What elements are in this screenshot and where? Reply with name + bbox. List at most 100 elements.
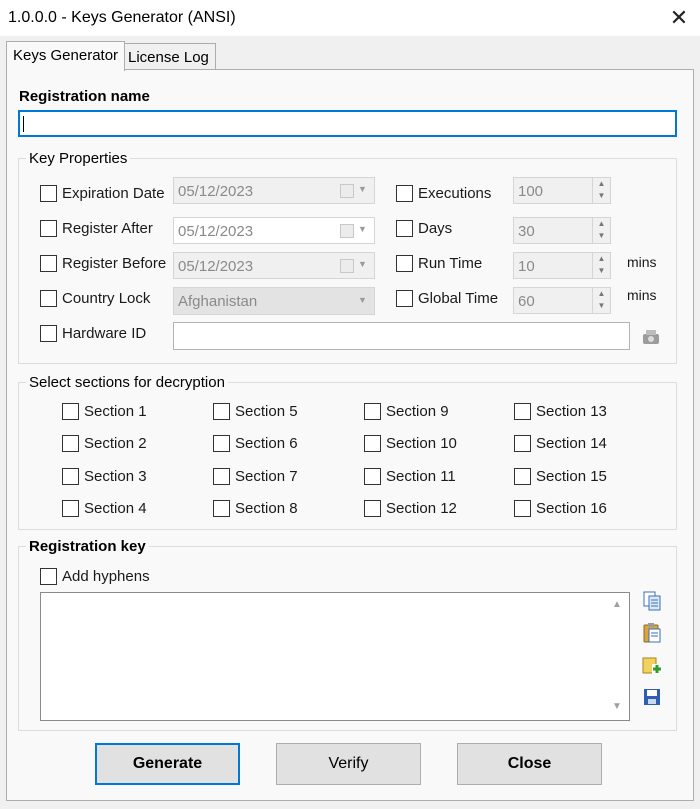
section-label: Section 2 — [84, 435, 147, 452]
global-time-unit: mins — [627, 287, 657, 303]
add-key-icon[interactable] — [641, 654, 663, 676]
save-icon[interactable] — [641, 686, 663, 708]
section-checkbox[interactable] — [62, 435, 79, 452]
register-after-label: Register After — [62, 220, 153, 237]
scroll-up-arrow[interactable]: ▲ — [610, 598, 624, 612]
tab-keys-generator[interactable]: Keys Generator — [6, 41, 126, 71]
spin-buttons[interactable]: ▲ ▼ — [592, 218, 610, 243]
registration-name-input[interactable] — [18, 110, 677, 137]
section-label: Section 7 — [235, 468, 298, 485]
tab-label: License Log — [128, 49, 209, 66]
verify-button[interactable]: Verify — [276, 743, 421, 785]
calendar-icon — [340, 224, 354, 238]
section-checkbox[interactable] — [62, 500, 79, 517]
registration-name-label: Registration name — [19, 88, 150, 105]
expiration-date-label: Expiration Date — [62, 185, 165, 202]
section-label: Section 13 — [536, 403, 607, 420]
chevron-down-icon: ▼ — [358, 224, 367, 234]
section-label: Section 10 — [386, 435, 457, 452]
section-label: Section 14 — [536, 435, 607, 452]
spin-buttons[interactable]: ▲ ▼ — [592, 178, 610, 203]
executions-spinner[interactable]: 100 ▲ ▼ — [513, 177, 611, 204]
register-after-checkbox[interactable] — [40, 220, 57, 237]
section-checkbox[interactable] — [62, 403, 79, 420]
calendar-icon — [340, 184, 354, 198]
executions-value: 100 — [518, 183, 544, 200]
window-close-button[interactable]: ✕ — [664, 3, 694, 33]
global-time-spinner[interactable]: 60 ▲ ▼ — [513, 287, 611, 314]
run-time-label: Run Time — [418, 255, 483, 272]
register-before-picker[interactable]: 05/12/2023 ▼ — [173, 252, 375, 279]
section-checkbox[interactable] — [514, 500, 531, 517]
text-cursor — [23, 116, 24, 132]
copy-icon[interactable] — [641, 590, 663, 612]
section-checkbox[interactable] — [213, 500, 230, 517]
tab-license-log[interactable]: License Log — [121, 43, 216, 70]
register-before-label: Register Before — [62, 255, 167, 272]
chevron-down-icon: ▼ — [358, 295, 367, 305]
section-checkbox[interactable] — [213, 468, 230, 485]
section-checkbox[interactable] — [514, 403, 531, 420]
section-label: Section 4 — [84, 500, 147, 517]
scroll-down-arrow[interactable]: ▼ — [610, 700, 624, 714]
register-before-checkbox[interactable] — [40, 255, 57, 272]
section-checkbox[interactable] — [514, 468, 531, 485]
calendar-icon — [340, 259, 354, 273]
section-label: Section 11 — [386, 468, 456, 485]
close-button[interactable]: Close — [457, 743, 602, 785]
run-time-unit: mins — [627, 254, 657, 270]
executions-label: Executions — [418, 185, 492, 202]
section-label: Section 1 — [84, 403, 147, 420]
section-checkbox[interactable] — [364, 435, 381, 452]
register-after-picker[interactable]: 05/12/2023 ▼ — [173, 217, 375, 244]
expiration-date-checkbox[interactable] — [40, 185, 57, 202]
section-label: Section 8 — [235, 500, 298, 517]
tab-label: Keys Generator — [13, 47, 119, 64]
section-label: Section 12 — [386, 500, 457, 517]
key-properties-label: Key Properties — [26, 150, 131, 167]
country-lock-label: Country Lock — [62, 290, 151, 307]
window-title: 1.0.0.0 - Keys Generator (ANSI) — [8, 9, 236, 26]
paste-icon[interactable] — [641, 622, 663, 644]
country-lock-value: Afghanistan — [178, 293, 258, 310]
registration-key-textarea[interactable]: ▲ ▼ — [40, 592, 630, 721]
generate-button[interactable]: Generate — [95, 743, 240, 785]
section-checkbox[interactable] — [514, 435, 531, 452]
add-hyphens-checkbox[interactable] — [40, 568, 57, 585]
register-after-value: 05/12/2023 — [178, 223, 254, 240]
global-time-label: Global Time — [418, 290, 499, 307]
hardware-id-input[interactable] — [173, 322, 630, 350]
section-checkbox[interactable] — [364, 403, 381, 420]
section-checkbox[interactable] — [213, 435, 230, 452]
expiration-date-picker[interactable]: 05/12/2023 ▼ — [173, 177, 375, 204]
days-checkbox[interactable] — [396, 220, 413, 237]
spin-buttons[interactable]: ▲ ▼ — [592, 253, 610, 278]
add-hyphens-label: Add hyphens — [62, 568, 150, 585]
title-bar: 1.0.0.0 - Keys Generator (ANSI) ✕ — [0, 0, 700, 36]
hardware-id-checkbox[interactable] — [40, 325, 57, 342]
global-time-checkbox[interactable] — [396, 290, 413, 307]
section-checkbox[interactable] — [364, 500, 381, 517]
section-label: Section 5 — [235, 403, 298, 420]
hardware-id-label: Hardware ID — [62, 325, 147, 342]
country-lock-checkbox[interactable] — [40, 290, 57, 307]
hardware-id-icon[interactable] — [640, 326, 662, 348]
global-time-value: 60 — [518, 293, 535, 310]
section-checkbox[interactable] — [213, 403, 230, 420]
section-checkbox[interactable] — [364, 468, 381, 485]
spin-buttons[interactable]: ▲ ▼ — [592, 288, 610, 313]
section-label: Section 16 — [536, 500, 607, 517]
chevron-down-icon: ▼ — [358, 184, 367, 194]
section-label: Section 3 — [84, 468, 147, 485]
sections-label: Select sections for decryption — [26, 374, 228, 391]
days-spinner[interactable]: 30 ▲ ▼ — [513, 217, 611, 244]
run-time-spinner[interactable]: 10 ▲ ▼ — [513, 252, 611, 279]
run-time-value: 10 — [518, 258, 535, 275]
run-time-checkbox[interactable] — [396, 255, 413, 272]
chevron-down-icon: ▼ — [358, 259, 367, 269]
country-lock-select[interactable]: Afghanistan ▼ — [173, 287, 375, 315]
executions-checkbox[interactable] — [396, 185, 413, 202]
expiration-date-value: 05/12/2023 — [178, 183, 254, 200]
section-checkbox[interactable] — [62, 468, 79, 485]
days-label: Days — [418, 220, 453, 237]
